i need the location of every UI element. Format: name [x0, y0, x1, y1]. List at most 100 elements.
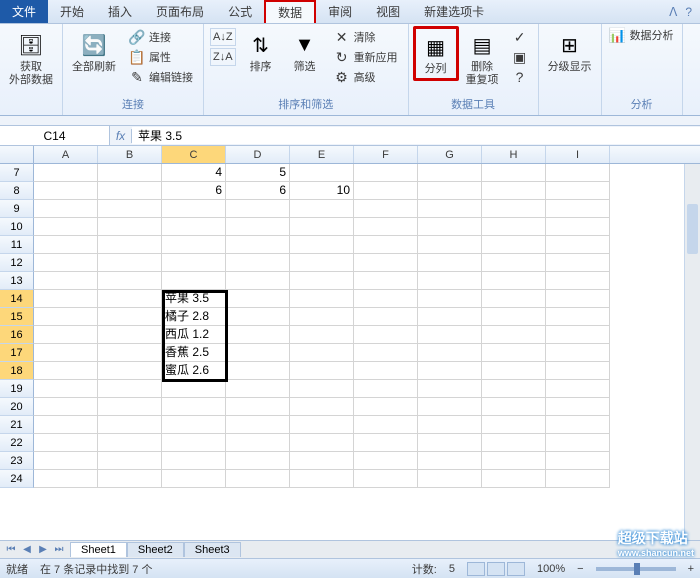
get-external-data-button[interactable]: 🗄 获取 外部数据	[4, 26, 58, 90]
cell-D22[interactable]	[226, 434, 290, 452]
cell-F10[interactable]	[354, 218, 418, 236]
outline-button[interactable]: ⊞ 分级显示	[543, 26, 597, 77]
tab-data[interactable]: 数据	[264, 0, 316, 23]
cell-I15[interactable]	[546, 308, 610, 326]
sheet-tab-sheet1[interactable]: Sheet1	[70, 542, 127, 557]
normal-view-button[interactable]	[467, 562, 485, 576]
cell-B9[interactable]	[98, 200, 162, 218]
filter-button[interactable]: ▼ 筛选	[284, 26, 326, 77]
cell-F22[interactable]	[354, 434, 418, 452]
cell-B22[interactable]	[98, 434, 162, 452]
whatif-button[interactable]: ?	[508, 68, 532, 86]
cell-F20[interactable]	[354, 398, 418, 416]
cell-A15[interactable]	[34, 308, 98, 326]
scroll-thumb[interactable]	[687, 204, 698, 254]
select-all-corner[interactable]	[0, 146, 34, 163]
cell-E10[interactable]	[290, 218, 354, 236]
row-header-24[interactable]: 24	[0, 470, 34, 488]
cell-H22[interactable]	[482, 434, 546, 452]
fx-icon[interactable]: fx	[110, 129, 132, 143]
cell-D23[interactable]	[226, 452, 290, 470]
cell-G19[interactable]	[418, 380, 482, 398]
sheet-tab-sheet2[interactable]: Sheet2	[127, 542, 184, 557]
cell-A8[interactable]	[34, 182, 98, 200]
vertical-scrollbar[interactable]	[684, 164, 700, 540]
cell-B7[interactable]	[98, 164, 162, 182]
page-layout-view-button[interactable]	[487, 562, 505, 576]
data-analysis-button[interactable]: 📊数据分析	[606, 26, 678, 44]
cell-C10[interactable]	[162, 218, 226, 236]
column-header-F[interactable]: F	[354, 146, 418, 163]
cell-I8[interactable]	[546, 182, 610, 200]
cell-B15[interactable]	[98, 308, 162, 326]
row-header-12[interactable]: 12	[0, 254, 34, 272]
cell-F16[interactable]	[354, 326, 418, 344]
last-sheet-icon[interactable]: ⏭	[52, 544, 66, 555]
cell-B18[interactable]	[98, 362, 162, 380]
cell-G24[interactable]	[418, 470, 482, 488]
cell-D17[interactable]	[226, 344, 290, 362]
cell-G22[interactable]	[418, 434, 482, 452]
cell-E18[interactable]	[290, 362, 354, 380]
cell-B19[interactable]	[98, 380, 162, 398]
column-header-D[interactable]: D	[226, 146, 290, 163]
minimize-ribbon-icon[interactable]: ᐱ	[669, 5, 677, 19]
zoom-in-button[interactable]: +	[688, 563, 694, 575]
name-box[interactable]: C14	[0, 126, 110, 145]
cell-G13[interactable]	[418, 272, 482, 290]
column-header-H[interactable]: H	[482, 146, 546, 163]
cell-H8[interactable]	[482, 182, 546, 200]
cell-H20[interactable]	[482, 398, 546, 416]
cell-I7[interactable]	[546, 164, 610, 182]
cell-E15[interactable]	[290, 308, 354, 326]
cell-I23[interactable]	[546, 452, 610, 470]
cell-A24[interactable]	[34, 470, 98, 488]
cell-E24[interactable]	[290, 470, 354, 488]
cell-F17[interactable]	[354, 344, 418, 362]
cell-G12[interactable]	[418, 254, 482, 272]
sort-desc-button[interactable]: Z↓A	[210, 48, 236, 66]
cell-F18[interactable]	[354, 362, 418, 380]
cell-D10[interactable]	[226, 218, 290, 236]
cell-H7[interactable]	[482, 164, 546, 182]
cell-C16[interactable]: 西瓜 1.2	[162, 326, 226, 344]
cell-H15[interactable]	[482, 308, 546, 326]
cell-A20[interactable]	[34, 398, 98, 416]
cell-E17[interactable]	[290, 344, 354, 362]
zoom-thumb[interactable]	[634, 563, 640, 575]
zoom-level[interactable]: 100%	[537, 563, 565, 575]
cell-I13[interactable]	[546, 272, 610, 290]
cell-C18[interactable]: 蜜瓜 2.6	[162, 362, 226, 380]
cell-D12[interactable]	[226, 254, 290, 272]
cell-F12[interactable]	[354, 254, 418, 272]
page-break-view-button[interactable]	[507, 562, 525, 576]
row-header-16[interactable]: 16	[0, 326, 34, 344]
cell-C15[interactable]: 橘子 2.8	[162, 308, 226, 326]
cell-H19[interactable]	[482, 380, 546, 398]
cell-A18[interactable]	[34, 362, 98, 380]
cell-G16[interactable]	[418, 326, 482, 344]
cell-D19[interactable]	[226, 380, 290, 398]
cell-C21[interactable]	[162, 416, 226, 434]
cell-B10[interactable]	[98, 218, 162, 236]
sheet-tab-sheet3[interactable]: Sheet3	[184, 542, 241, 557]
cell-H16[interactable]	[482, 326, 546, 344]
sort-asc-button[interactable]: A↓Z	[210, 28, 236, 46]
cell-C19[interactable]	[162, 380, 226, 398]
cell-E7[interactable]	[290, 164, 354, 182]
cell-E16[interactable]	[290, 326, 354, 344]
cell-G17[interactable]	[418, 344, 482, 362]
cell-G7[interactable]	[418, 164, 482, 182]
cell-C24[interactable]	[162, 470, 226, 488]
row-header-14[interactable]: 14	[0, 290, 34, 308]
cell-A23[interactable]	[34, 452, 98, 470]
cell-E21[interactable]	[290, 416, 354, 434]
cell-G8[interactable]	[418, 182, 482, 200]
row-header-13[interactable]: 13	[0, 272, 34, 290]
column-header-A[interactable]: A	[34, 146, 98, 163]
cell-F14[interactable]	[354, 290, 418, 308]
cell-C23[interactable]	[162, 452, 226, 470]
cell-C7[interactable]: 4	[162, 164, 226, 182]
cell-H11[interactable]	[482, 236, 546, 254]
cell-F21[interactable]	[354, 416, 418, 434]
